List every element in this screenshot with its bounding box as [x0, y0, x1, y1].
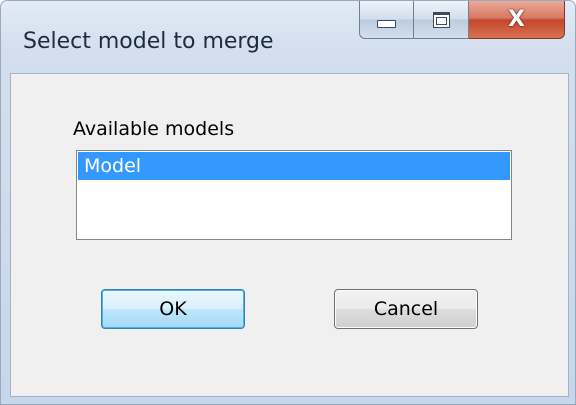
list-item-model[interactable]: Model	[78, 152, 510, 180]
dialog-window: Select model to merge X Available models…	[0, 0, 576, 405]
models-listbox[interactable]: Model	[76, 150, 512, 240]
ok-button[interactable]: OK	[101, 289, 245, 329]
maximize-button[interactable]	[414, 1, 469, 39]
maximize-icon	[432, 11, 450, 28]
close-icon: X	[508, 6, 525, 32]
window-title: Select model to merge	[23, 29, 274, 54]
minimize-button[interactable]	[359, 1, 414, 39]
dialog-client-area: Available models Model OK Cancel	[10, 73, 569, 397]
close-button[interactable]: X	[469, 1, 565, 39]
available-models-label: Available models	[73, 118, 235, 140]
caption-buttons: X	[359, 1, 565, 41]
minimize-icon	[377, 19, 396, 28]
cancel-button[interactable]: Cancel	[334, 289, 478, 329]
title-bar[interactable]: Select model to merge X	[1, 1, 575, 73]
